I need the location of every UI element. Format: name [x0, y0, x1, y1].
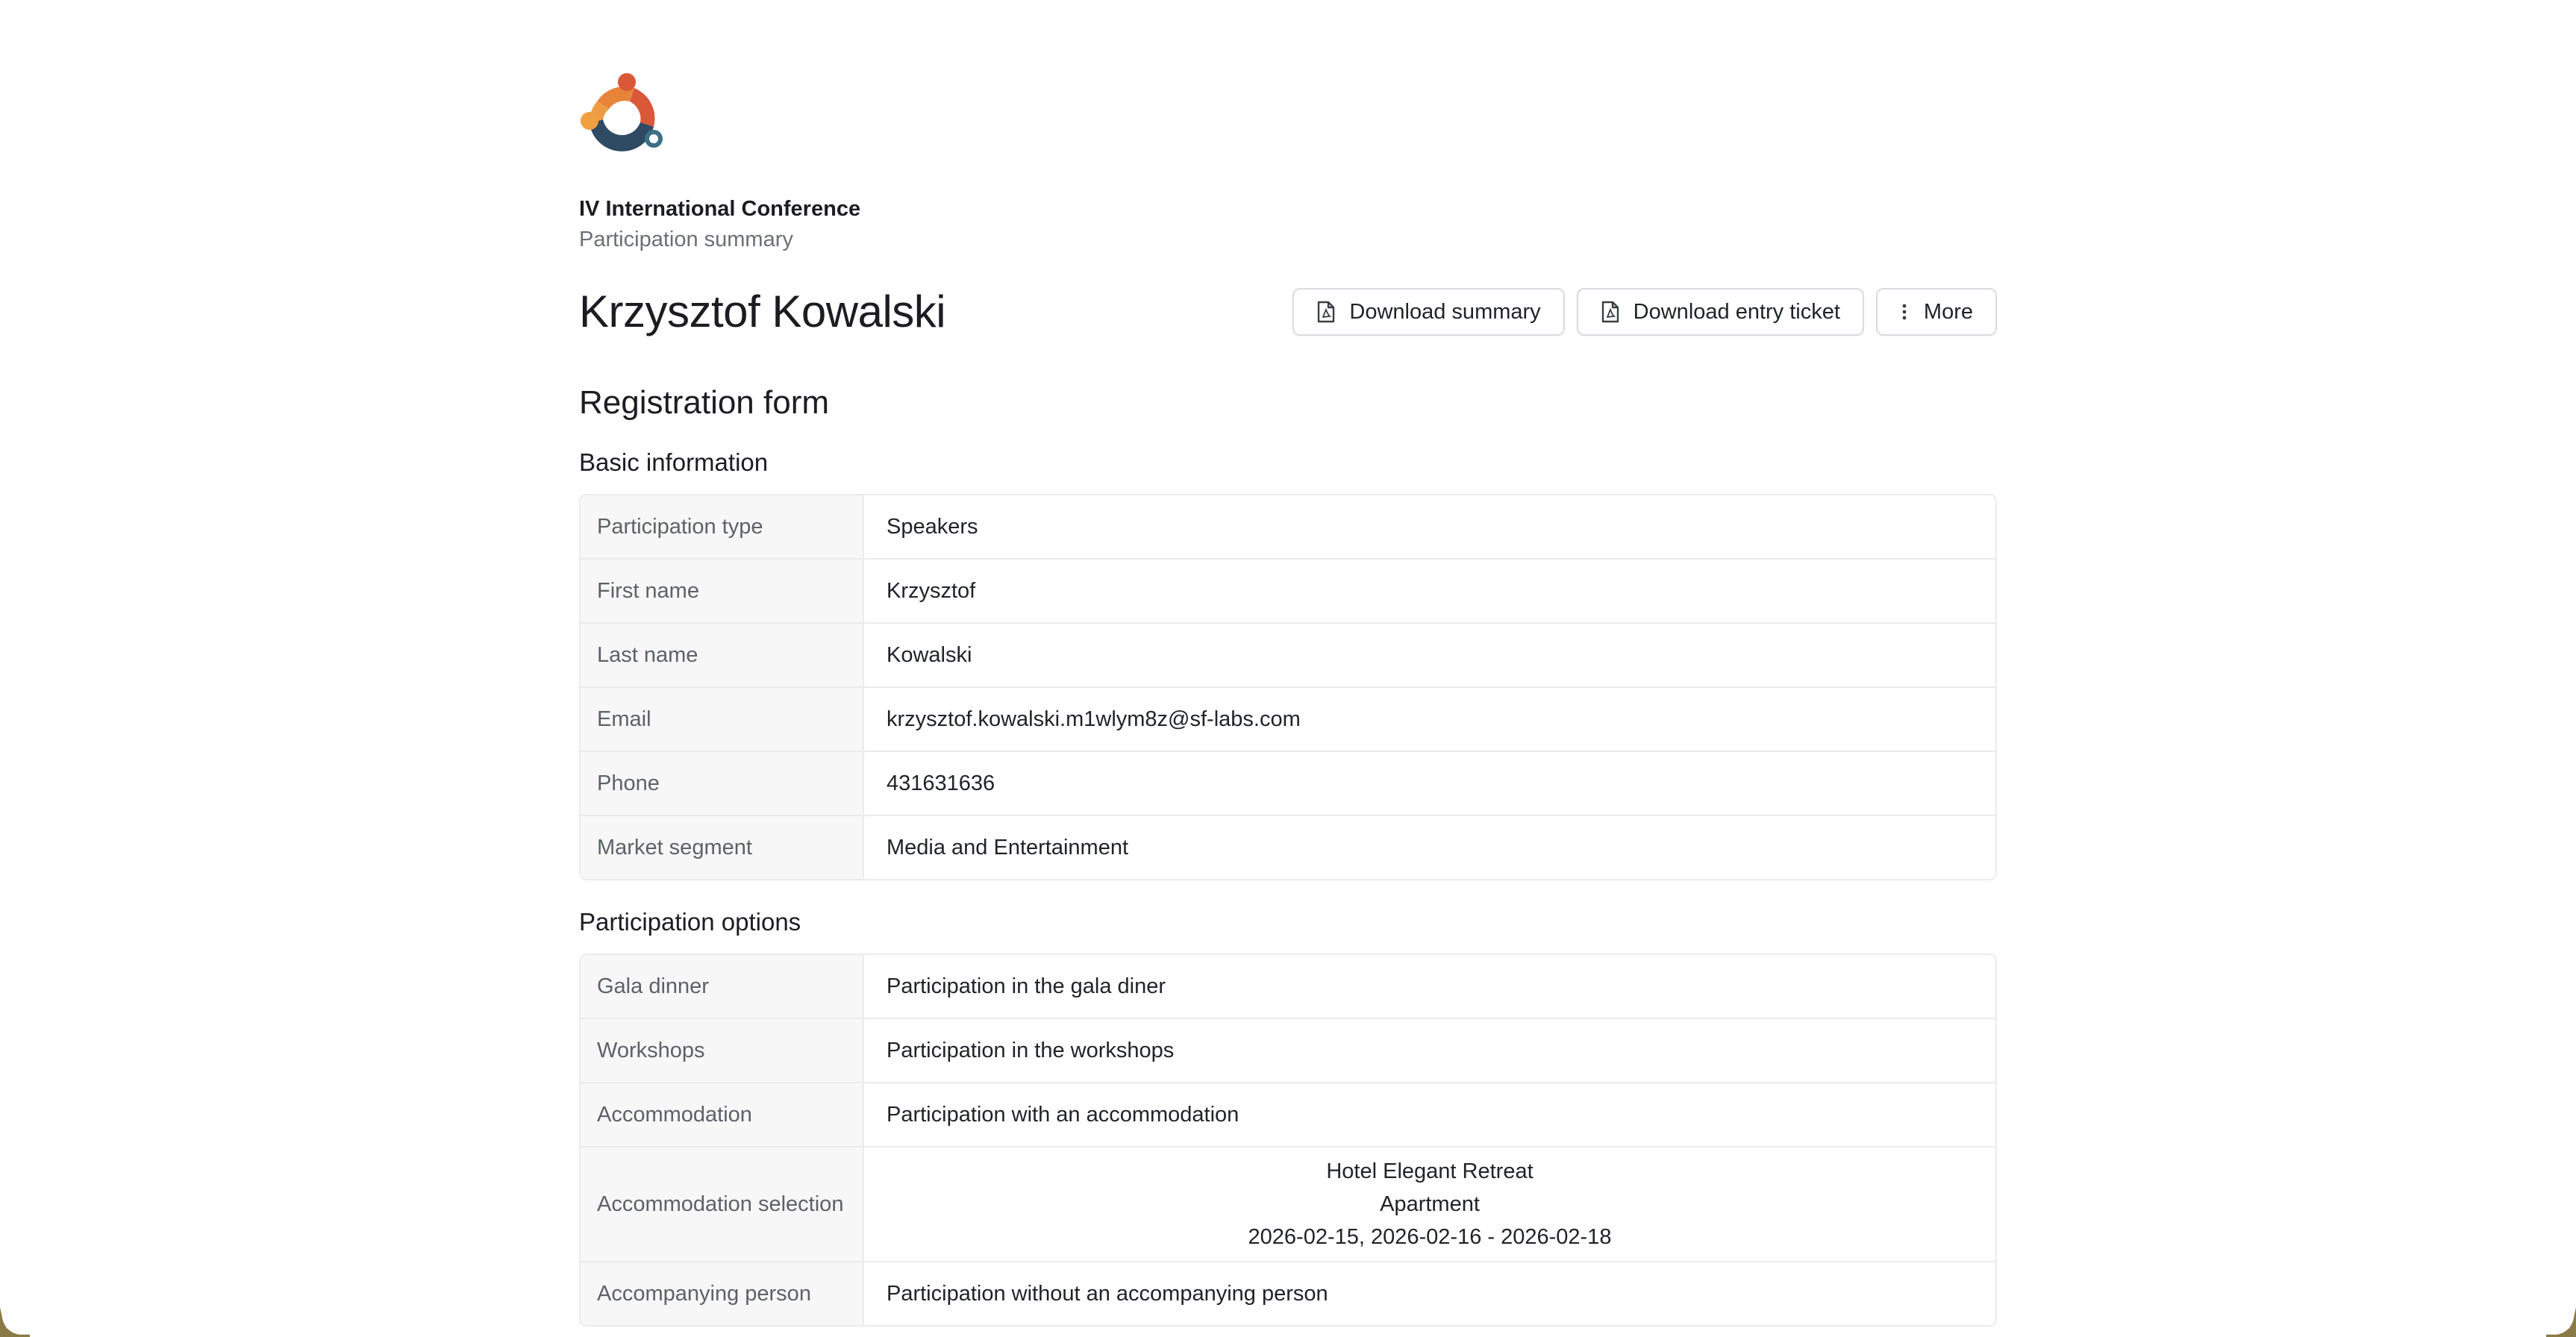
document-icon [1318, 301, 1335, 323]
row-value: krzysztof.kowalski.m1wlym8z@sf-labs.com [887, 707, 1301, 731]
table-row: Participation type Speakers [581, 495, 1995, 558]
registration-form-title: Registration form [579, 384, 830, 421]
page: IV International Conference Participatio… [0, 0, 2576, 1337]
row-label: Gala dinner [581, 955, 864, 1018]
participant-header: Krzysztof Kowalski Download summary Down… [579, 284, 1997, 340]
row-label: Participation type [581, 495, 864, 558]
action-buttons: Download summary Download entry ticket M… [1292, 288, 1997, 336]
table-row: Phone 431631636 [581, 751, 1995, 815]
row-value: 431631636 [887, 771, 995, 795]
row-label: Accompanying person [581, 1262, 864, 1325]
participant-name: Krzysztof Kowalski [579, 286, 946, 336]
window-corner-right [2546, 1307, 2576, 1337]
row-label: First name [581, 560, 864, 622]
download-ticket-label: Download entry ticket [1633, 299, 1840, 324]
row-label: Accommodation [581, 1083, 864, 1146]
row-value: Participation without an accompanying pe… [887, 1281, 1328, 1306]
row-label: Market segment [581, 816, 864, 879]
more-button[interactable]: More [1875, 288, 1997, 336]
conference-logo-icon [581, 73, 663, 151]
participation-options-table: Gala dinner Participation in the gala di… [579, 954, 1997, 1327]
row-value: Media and Entertainment [887, 835, 1129, 860]
row-value: Participation in the workshops [887, 1038, 1175, 1062]
basic-information-table: Participation type Speakers First name K… [579, 494, 1997, 880]
row-label: Email [581, 688, 864, 751]
table-row: Email krzysztof.kowalski.m1wlym8z@sf-lab… [581, 686, 1995, 751]
page-subtitle: Participation summary [579, 228, 793, 251]
more-label: More [1923, 299, 1973, 324]
table-row: Workshops Participation in the workshops [581, 1018, 1995, 1082]
table-row: Market segment Media and Entertainment [581, 815, 1995, 879]
document-icon [1601, 301, 1619, 323]
row-value: Participation with an accommodation [887, 1102, 1239, 1127]
row-label: Last name [581, 624, 864, 686]
kebab-menu-icon [1902, 304, 1907, 320]
table-row: Accommodation selection Hotel Elegant Re… [581, 1146, 1995, 1261]
download-summary-label: Download summary [1349, 299, 1541, 324]
row-label: Accommodation selection [581, 1147, 864, 1261]
room-type: Apartment [1380, 1192, 1480, 1216]
row-value: Participation in the gala diner [887, 974, 1166, 998]
hotel-name: Hotel Elegant Retreat [1326, 1159, 1534, 1183]
stay-dates: 2026-02-15, 2026-02-16 - 2026-02-18 [1248, 1225, 1612, 1249]
download-summary-button[interactable]: Download summary [1292, 288, 1565, 336]
participation-options-title: Participation options [579, 908, 801, 936]
row-value: Kowalski [887, 642, 972, 667]
row-value: Krzysztof [887, 578, 976, 603]
table-row: Gala dinner Participation in the gala di… [581, 955, 1995, 1018]
table-row: Accommodation Participation with an acco… [581, 1082, 1995, 1146]
basic-information-title: Basic information [579, 448, 769, 476]
row-value-multiline: Hotel Elegant Retreat Apartment 2026-02-… [864, 1147, 1995, 1261]
row-label: Workshops [581, 1019, 864, 1082]
table-row: First name Krzysztof [581, 558, 1995, 622]
row-label: Phone [581, 752, 864, 815]
conference-title: IV International Conference [579, 197, 861, 221]
summary-container: IV International Conference Participatio… [579, 72, 1997, 1327]
table-row: Accompanying person Participation withou… [581, 1261, 1995, 1325]
download-ticket-button[interactable]: Download entry ticket [1576, 288, 1864, 336]
window-corner-left [0, 1307, 30, 1337]
row-value: Speakers [887, 514, 978, 539]
table-row: Last name Kowalski [581, 622, 1995, 686]
